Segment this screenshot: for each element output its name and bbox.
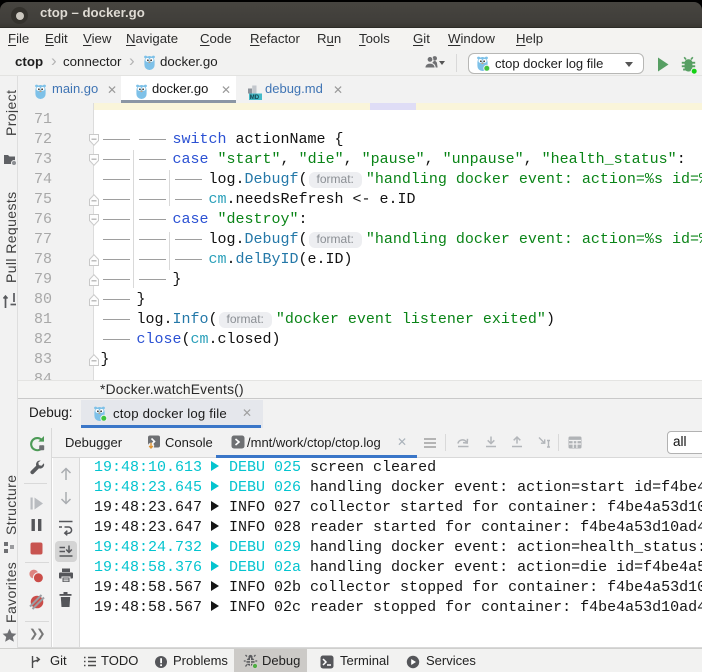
svg-text:MD: MD: [250, 95, 260, 100]
